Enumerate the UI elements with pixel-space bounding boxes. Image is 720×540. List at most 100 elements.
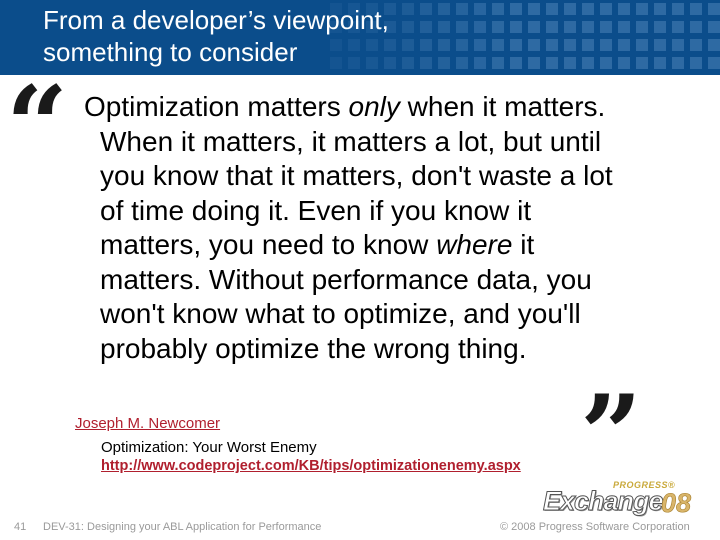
quote-line: matters. Without performance data, you bbox=[84, 263, 704, 298]
header-square bbox=[546, 3, 558, 15]
quote-line: won't know what to optimize, and you'll bbox=[84, 297, 704, 332]
header-square bbox=[672, 21, 684, 33]
header-square bbox=[474, 57, 486, 69]
header-square bbox=[420, 57, 432, 69]
header-square bbox=[420, 21, 432, 33]
header-square bbox=[456, 21, 468, 33]
header-square bbox=[492, 3, 504, 15]
author-link[interactable]: Joseph M. Newcomer bbox=[75, 415, 220, 432]
header-square bbox=[618, 3, 630, 15]
header-square bbox=[528, 21, 540, 33]
header-square bbox=[510, 39, 522, 51]
header-square bbox=[636, 3, 648, 15]
header-square bbox=[600, 3, 612, 15]
header-square bbox=[474, 39, 486, 51]
header-square bbox=[456, 39, 468, 51]
header-square bbox=[654, 3, 666, 15]
header-square bbox=[654, 39, 666, 51]
header-square bbox=[402, 21, 414, 33]
quote-text: Optimization matters only when it matter… bbox=[84, 90, 704, 366]
header-square bbox=[672, 39, 684, 51]
header-square bbox=[528, 39, 540, 51]
header-square bbox=[456, 3, 468, 15]
logo-name: Exchange bbox=[543, 486, 665, 517]
header-square bbox=[420, 3, 432, 15]
header-square bbox=[474, 3, 486, 15]
header-square bbox=[510, 3, 522, 15]
header-square bbox=[438, 3, 450, 15]
header-square bbox=[564, 57, 576, 69]
header-square bbox=[600, 57, 612, 69]
slide-title-line-1: From a developer’s viewpoint, bbox=[43, 5, 389, 35]
header-square bbox=[528, 57, 540, 69]
header-square bbox=[690, 39, 702, 51]
header-square bbox=[708, 39, 720, 51]
header-square bbox=[492, 57, 504, 69]
slide-header: From a developer’s viewpoint, something … bbox=[0, 0, 720, 75]
slide-number: 41 bbox=[14, 521, 27, 533]
header-square bbox=[546, 57, 558, 69]
slide-title-line-2: something to consider bbox=[43, 37, 298, 67]
quote-line: probably optimize the wrong thing. bbox=[84, 332, 704, 367]
header-square bbox=[510, 21, 522, 33]
header-square bbox=[528, 3, 540, 15]
header-square bbox=[636, 57, 648, 69]
header-square bbox=[420, 39, 432, 51]
source-title: Optimization: Your Worst Enemy bbox=[101, 439, 317, 456]
quote-line: When it matters, it matters a lot, but u… bbox=[84, 125, 704, 160]
header-square bbox=[672, 57, 684, 69]
header-square bbox=[546, 21, 558, 33]
header-square bbox=[636, 39, 648, 51]
open-quote-icon: “ bbox=[6, 63, 68, 189]
quote-line: of time doing it. Even if you know it bbox=[84, 194, 704, 229]
exchange-08-logo: PROGRESS® Exchange 08 bbox=[543, 480, 713, 520]
footer-copyright: © 2008 Progress Software Corporation bbox=[500, 521, 690, 533]
header-square bbox=[618, 21, 630, 33]
close-quote-icon: ” bbox=[580, 372, 642, 498]
header-square bbox=[690, 21, 702, 33]
header-square bbox=[672, 3, 684, 15]
header-square bbox=[618, 39, 630, 51]
header-square bbox=[474, 21, 486, 33]
quote-line-text: when it matters. bbox=[399, 91, 606, 122]
header-square bbox=[708, 3, 720, 15]
header-square bbox=[438, 39, 450, 51]
quote-line-text: it bbox=[512, 229, 535, 260]
header-square bbox=[456, 57, 468, 69]
quote-line-text: matters, you need to know bbox=[100, 229, 437, 260]
header-square bbox=[708, 21, 720, 33]
quote-line: matters, you need to know where it bbox=[84, 228, 704, 263]
header-square bbox=[402, 39, 414, 51]
header-square bbox=[438, 57, 450, 69]
header-square bbox=[564, 3, 576, 15]
quote-line-text: probably optimize the wrong thing. bbox=[100, 332, 527, 364]
quote-line-text: of time doing it. Even if you know it bbox=[100, 194, 532, 226]
header-square bbox=[582, 21, 594, 33]
header-square bbox=[564, 21, 576, 33]
header-square bbox=[582, 3, 594, 15]
quote-line-text: When it matters, it matters a lot, but u… bbox=[100, 125, 602, 157]
quote-emphasis: only bbox=[348, 91, 400, 122]
header-square bbox=[492, 39, 504, 51]
header-square bbox=[600, 21, 612, 33]
header-square bbox=[654, 21, 666, 33]
quote-line: Optimization matters only when it matter… bbox=[84, 90, 704, 125]
header-square bbox=[402, 3, 414, 15]
quote-line-text: Optimization matters bbox=[84, 91, 349, 122]
footer-session-title: DEV-31: Designing your ABL Application f… bbox=[43, 521, 322, 533]
header-square bbox=[582, 57, 594, 69]
quote-line-text: matters. Without performance data, you bbox=[100, 263, 592, 295]
header-square bbox=[690, 57, 702, 69]
quote-line: you know that it matters, don't waste a … bbox=[84, 159, 704, 194]
header-square bbox=[708, 57, 720, 69]
header-square bbox=[618, 57, 630, 69]
header-square bbox=[546, 39, 558, 51]
quote-line-text: you know that it matters, don't waste a … bbox=[100, 160, 613, 191]
header-square bbox=[690, 3, 702, 15]
source-url-link[interactable]: http://www.codeproject.com/KB/tips/optim… bbox=[101, 458, 521, 474]
header-square bbox=[510, 57, 522, 69]
header-square bbox=[654, 57, 666, 69]
header-square bbox=[564, 39, 576, 51]
logo-year: 08 bbox=[661, 488, 692, 519]
header-square bbox=[582, 39, 594, 51]
